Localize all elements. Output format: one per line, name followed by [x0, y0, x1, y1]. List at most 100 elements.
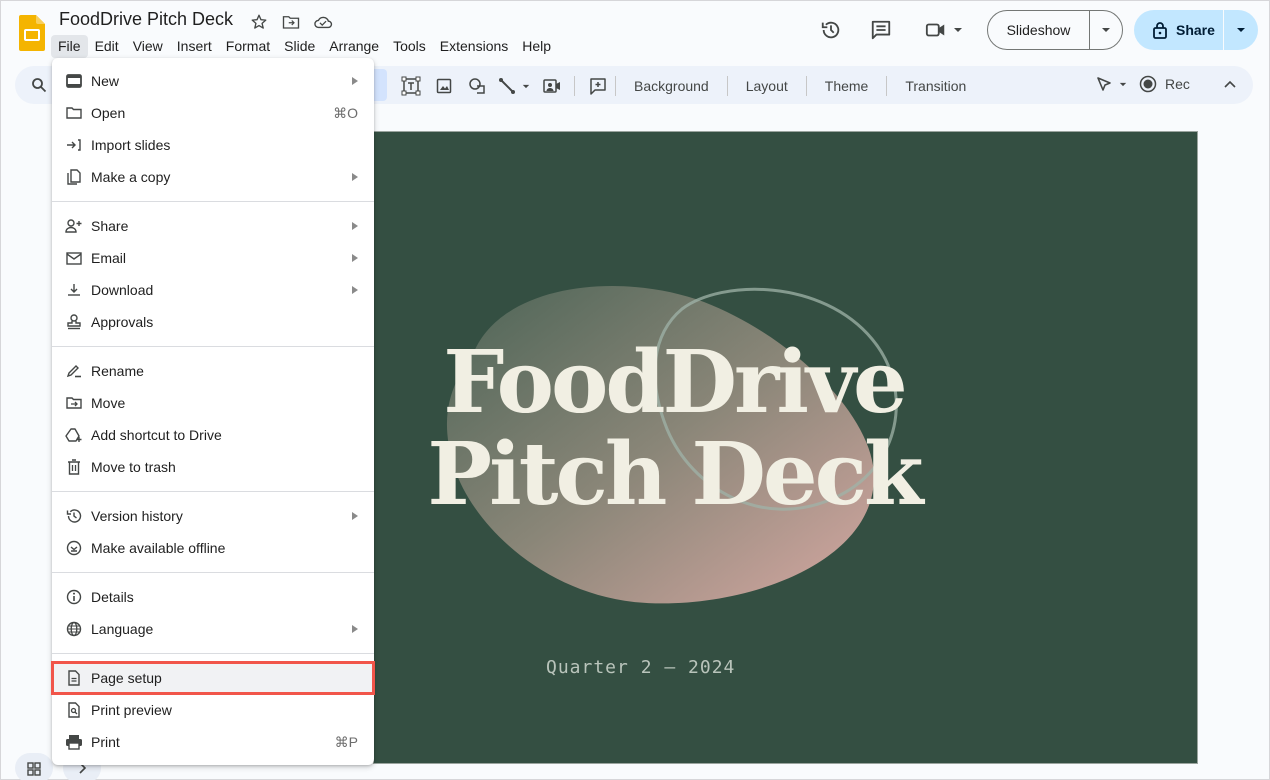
menu-divider [52, 572, 374, 573]
menu-item-move-to-trash[interactable]: Move to trash [52, 451, 374, 483]
shortcut-label: ⌘P [334, 733, 358, 750]
transition-button[interactable]: Transition [893, 75, 978, 97]
image-icon[interactable] [427, 75, 460, 97]
toolbar-divider [805, 76, 807, 96]
menu-item-email[interactable]: Email [52, 242, 374, 274]
star-icon[interactable] [249, 12, 269, 32]
globe-icon [64, 619, 84, 639]
folder-icon [64, 103, 84, 123]
menu-extensions[interactable]: Extensions [433, 35, 515, 58]
menu-item-make-a-copy[interactable]: Make a copy [52, 161, 374, 193]
line-tool-icon[interactable] [493, 75, 535, 97]
slideshow-dropdown[interactable] [1090, 27, 1122, 33]
menu-item-rename[interactable]: Rename [52, 355, 374, 387]
layout-button[interactable]: Layout [734, 75, 800, 97]
rec-button[interactable]: Rec [1165, 76, 1190, 92]
print-preview-icon [64, 700, 84, 720]
background-button[interactable]: Background [622, 75, 721, 97]
theme-button[interactable]: Theme [813, 75, 881, 97]
pointer-mode-icon[interactable] [1095, 75, 1113, 93]
menu-file[interactable]: File [51, 35, 88, 58]
menu-tools[interactable]: Tools [386, 35, 433, 58]
info-icon [64, 587, 84, 607]
slide-canvas[interactable]: FoodDrive Pitch Deck Quarter 2 — 2024 [373, 131, 1198, 764]
video-camera-icon [925, 23, 945, 37]
approvals-stamp-icon [64, 312, 84, 332]
collapse-toolbar-icon[interactable] [1224, 80, 1236, 88]
menu-item-page-setup[interactable]: Page setup [51, 661, 375, 695]
submenu-arrow-icon [352, 222, 358, 230]
version-history-icon[interactable] [813, 12, 849, 48]
share-dropdown[interactable] [1224, 27, 1258, 33]
submenu-arrow-icon [352, 77, 358, 85]
slides-logo[interactable] [19, 15, 45, 51]
toolbar-divider [886, 76, 888, 96]
menu-slide[interactable]: Slide [277, 35, 322, 58]
menu-item-move[interactable]: Move [52, 387, 374, 419]
menu-item-download[interactable]: Download [52, 274, 374, 306]
menu-divider [52, 201, 374, 202]
lock-icon [1153, 22, 1167, 39]
meet-video-button[interactable] [919, 12, 969, 48]
person-add-icon [64, 216, 84, 236]
new-slides-icon [64, 71, 84, 91]
slide-subtitle[interactable]: Quarter 2 — 2024 [546, 657, 735, 678]
menu-insert[interactable]: Insert [170, 35, 219, 58]
slideshow-button[interactable]: Slideshow [987, 10, 1123, 50]
shape-icon[interactable] [460, 75, 493, 97]
toolbar-divider [615, 76, 616, 96]
menu-item-make-available-offline[interactable]: Make available offline [52, 532, 374, 564]
printer-icon [64, 732, 84, 752]
submenu-arrow-icon [352, 512, 358, 520]
toolbar-divider [574, 76, 575, 96]
document-title[interactable]: FoodDrive Pitch Deck [59, 9, 233, 30]
file-menu: New Open ⌘O Import slides Make a copy Sh… [51, 58, 375, 765]
text-box-icon[interactable] [394, 75, 427, 97]
slide-title-line-2: Pitch Deck [427, 424, 923, 525]
menu-item-share[interactable]: Share [52, 210, 374, 242]
submenu-arrow-icon [352, 173, 358, 181]
share-button[interactable]: Share [1134, 10, 1258, 50]
download-icon [64, 280, 84, 300]
caret-down-icon[interactable] [1119, 82, 1127, 87]
move-to-folder-icon[interactable] [281, 12, 301, 32]
toolbar-divider [726, 76, 728, 96]
comments-icon[interactable] [863, 12, 899, 48]
menu-item-import-slides[interactable]: Import slides [52, 129, 374, 161]
menu-format[interactable]: Format [219, 35, 277, 58]
import-icon [64, 135, 84, 155]
mail-icon [64, 248, 84, 268]
search-menus-icon[interactable] [31, 77, 47, 93]
menu-item-approvals[interactable]: Approvals [52, 306, 374, 338]
menu-divider [52, 491, 374, 492]
menu-view[interactable]: View [126, 35, 170, 58]
menu-divider [52, 346, 374, 347]
menu-help[interactable]: Help [515, 35, 558, 58]
menu-divider [52, 653, 374, 654]
menu-item-print[interactable]: Print ⌘P [52, 726, 374, 758]
menu-item-open[interactable]: Open ⌘O [52, 97, 374, 129]
menu-item-new[interactable]: New [52, 65, 374, 97]
insert-video-icon[interactable] [535, 75, 568, 97]
grid-view-button[interactable] [15, 753, 53, 780]
slide-title[interactable]: FoodDrive Pitch Deck [374, 337, 974, 521]
caret-down-icon [1237, 28, 1245, 32]
menu-item-details[interactable]: Details [52, 581, 374, 613]
offline-icon [64, 538, 84, 558]
menu-item-print-preview[interactable]: Print preview [52, 694, 374, 726]
menu-arrange[interactable]: Arrange [322, 35, 386, 58]
menu-item-language[interactable]: Language [52, 613, 374, 645]
menu-edit[interactable]: Edit [88, 35, 126, 58]
submenu-arrow-icon [352, 254, 358, 262]
drive-shortcut-icon [64, 425, 84, 445]
cloud-saved-icon[interactable] [313, 12, 333, 32]
menu-item-version-history[interactable]: Version history [52, 500, 374, 532]
caret-down-icon [954, 28, 962, 32]
slideshow-label[interactable]: Slideshow [988, 11, 1090, 49]
record-icon[interactable] [1139, 75, 1157, 93]
share-label: Share [1176, 22, 1215, 38]
caret-down-icon [1102, 28, 1110, 32]
share-main[interactable]: Share [1134, 10, 1224, 50]
trash-icon [64, 457, 84, 477]
menu-item-add-shortcut-to-drive[interactable]: Add shortcut to Drive [52, 419, 374, 451]
